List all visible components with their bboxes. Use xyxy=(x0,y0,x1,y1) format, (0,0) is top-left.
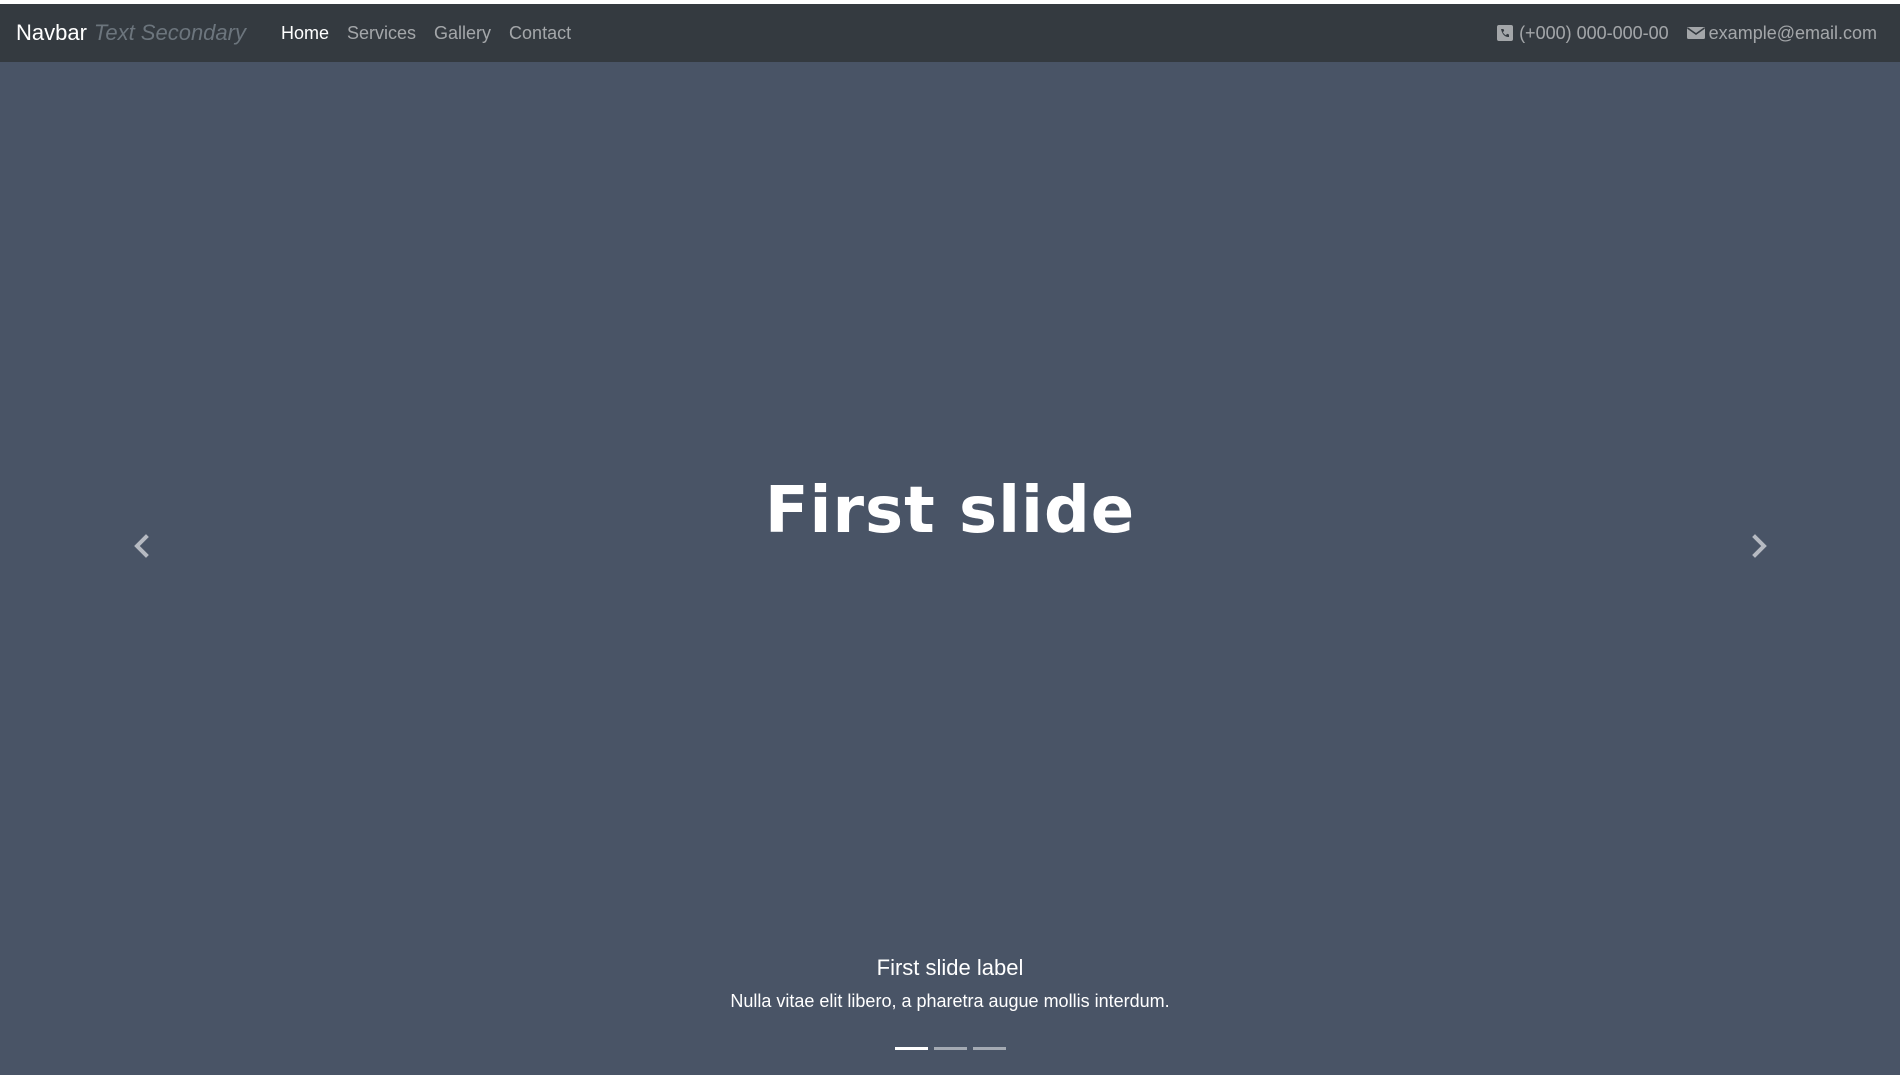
carousel-indicator-1[interactable] xyxy=(894,1047,928,1050)
carousel-indicator-3[interactable] xyxy=(972,1047,1006,1050)
slide-title: First slide xyxy=(764,474,1136,548)
slide-caption: First slide label Nulla vitae elit liber… xyxy=(0,955,1900,1012)
phone-link[interactable]: (+000) 000-000-00 xyxy=(1497,23,1669,44)
chevron-left-icon xyxy=(132,533,150,563)
nav-link-gallery[interactable]: Gallery xyxy=(425,23,500,44)
phone-number: (+000) 000-000-00 xyxy=(1519,22,1669,43)
email-link[interactable]: example@email.com xyxy=(1686,22,1877,44)
hero-carousel: First slide First slide label Nulla vita… xyxy=(0,62,1900,1075)
caption-text: Nulla vitae elit libero, a pharetra augu… xyxy=(730,991,1170,1011)
nav-links: Home Services Gallery Contact xyxy=(272,23,580,44)
chevron-right-icon xyxy=(1751,533,1769,563)
brand-secondary-text: Text Secondary xyxy=(93,20,246,45)
email-address: example@email.com xyxy=(1708,22,1877,43)
nav-contact-info: (+000) 000-000-00 example@email.com xyxy=(1479,23,1884,44)
carousel-indicators xyxy=(0,1047,1900,1050)
nav-link-home[interactable]: Home xyxy=(272,23,338,44)
carousel-next-button[interactable] xyxy=(1740,518,1780,578)
navbar-brand[interactable]: Navbar Text Secondary xyxy=(16,20,246,46)
phone-icon xyxy=(1497,25,1514,41)
carousel-indicator-2[interactable] xyxy=(933,1047,967,1050)
nav-link-contact[interactable]: Contact xyxy=(500,23,580,44)
navbar: Navbar Text Secondary Home Services Gall… xyxy=(0,4,1900,62)
carousel-prev-button[interactable] xyxy=(121,518,161,578)
page: Navbar Text Secondary Home Services Gall… xyxy=(0,0,1900,1080)
brand-title: Navbar xyxy=(16,20,87,45)
envelope-icon xyxy=(1686,25,1705,41)
nav-link-services[interactable]: Services xyxy=(338,23,425,44)
caption-title: First slide label xyxy=(876,955,1024,980)
